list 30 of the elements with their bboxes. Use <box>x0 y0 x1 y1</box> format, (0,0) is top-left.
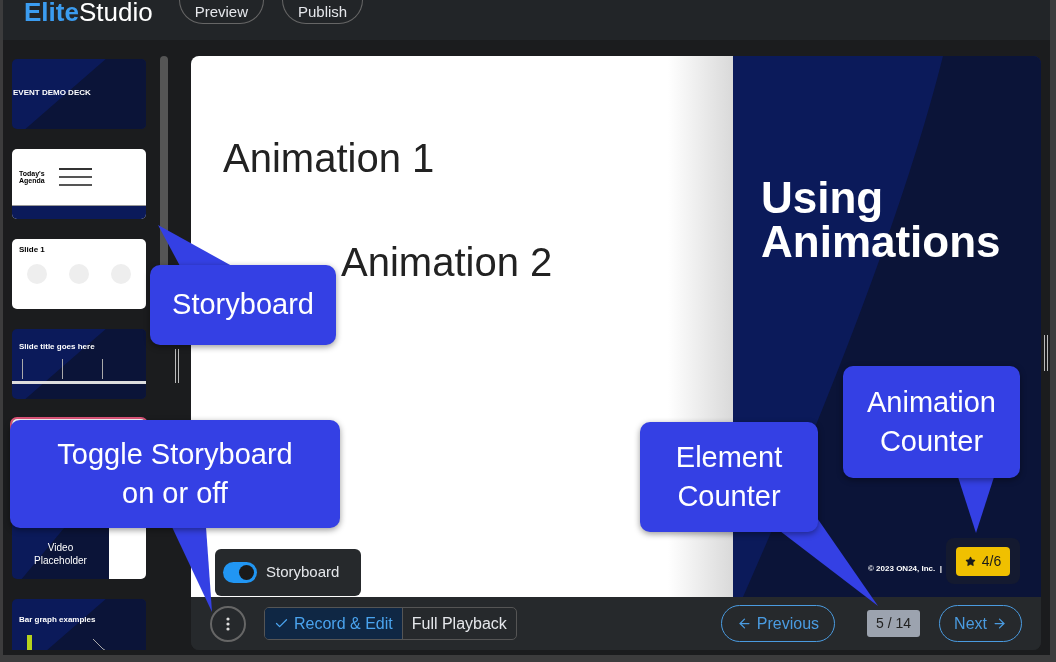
animation-counter: 4/6 <box>955 546 1011 576</box>
slide-thumbnail-title: Slide title goes here <box>19 342 95 351</box>
slide-thumbnail-title: Slide 1 <box>19 244 46 256</box>
slide-thumbnail[interactable]: EVENT DEMO DECK <box>10 57 148 131</box>
resize-handle[interactable] <box>1043 334 1048 371</box>
callout-pointer <box>958 477 994 533</box>
toggle-label: Storyboard <box>266 562 340 583</box>
slide-thumbnail-title: EVENT DEMO DECK <box>13 87 91 99</box>
callout-tooltip: Toggle Storyboard on or off <box>10 420 340 528</box>
element-counter: 5 / 14 <box>867 610 921 637</box>
slide-text[interactable]: Animation 1 <box>223 138 435 178</box>
slide-thumbnail[interactable]: Slide 1 <box>10 237 148 311</box>
slide-thumbnail[interactable]: Bar graph examples <box>10 597 148 650</box>
slide-thumbnail-title: Bar graph examples <box>19 615 96 624</box>
logo: EliteStudio <box>24 0 153 24</box>
agenda-lines <box>59 168 92 186</box>
arrow-right-icon <box>992 616 1007 631</box>
resize-handle[interactable] <box>175 348 179 383</box>
callout-tooltip: Element Counter <box>640 422 818 532</box>
toggle-switch[interactable] <box>223 562 257 583</box>
slide-text[interactable]: Animation 2 <box>341 242 553 282</box>
copyright-text: © 2023 ON24, Inc. | <box>868 563 942 575</box>
kebab-icon <box>226 616 230 631</box>
slide-title[interactable]: Using Animations <box>761 176 1041 264</box>
mode-tab[interactable]: Record & Edit <box>265 608 402 639</box>
star-icon <box>964 555 976 567</box>
slide-thumbnail[interactable]: Slide title goes here <box>10 327 148 401</box>
callout-tooltip: Animation Counter <box>843 366 1020 478</box>
mode-tab[interactable]: Full Playback <box>401 608 516 639</box>
slide-thumbnail-title: Video Placeholder <box>33 541 88 567</box>
